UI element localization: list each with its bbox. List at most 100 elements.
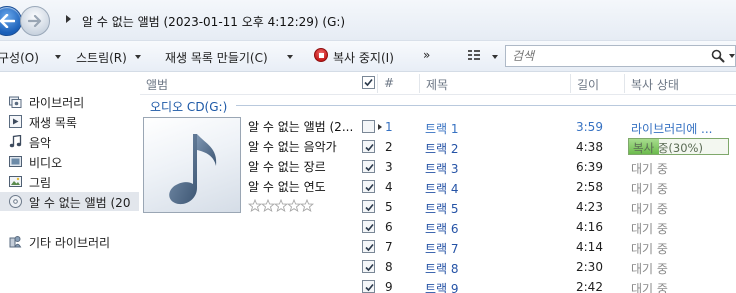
column-header-number[interactable]: # <box>384 76 394 90</box>
nav-item-unknown-album[interactable]: 알 수 없는 앨범 (20 <box>0 192 139 211</box>
create-playlist-menu[interactable]: 재생 목록 만들기(C) <box>165 49 268 66</box>
nav-item-label: 음악 <box>29 136 52 150</box>
rip-status: 대기 중 <box>631 162 668 176</box>
stream-menu[interactable]: 스트림(R) <box>76 49 127 66</box>
nav-item-playlists[interactable]: 재생 목록 <box>0 112 139 131</box>
checkmark-icon <box>365 243 374 252</box>
track-title: 트랙 2 <box>425 142 459 156</box>
overflow-chevron-icon[interactable]: » <box>423 48 430 62</box>
column-header-title[interactable]: 제목 <box>426 76 448 93</box>
checkmark-icon <box>365 263 374 272</box>
track-checkbox[interactable] <box>362 200 375 213</box>
column-separator[interactable] <box>624 74 625 93</box>
navigation-pane: 라이브러리 재생 목록 음악 비디오 그림 알 수 없는 앨범 (20 기타 라… <box>0 72 139 293</box>
track-row[interactable]: 8 트랙 8 2:30 대기 중 <box>140 257 736 277</box>
nav-item-label: 재생 목록 <box>29 116 77 130</box>
track-title: 트랙 5 <box>425 202 459 216</box>
checkmark-icon <box>365 203 374 212</box>
track-checkbox[interactable] <box>362 120 375 133</box>
track-title: 트랙 3 <box>425 162 459 176</box>
nav-item-label: 알 수 없는 앨범 (20 <box>29 196 131 210</box>
breadcrumb-chevron-icon[interactable] <box>66 15 71 23</box>
track-checkbox[interactable] <box>362 280 375 293</box>
nav-item-video[interactable]: 비디오 <box>0 152 139 171</box>
organize-dropdown-icon[interactable] <box>55 55 61 59</box>
column-header-album[interactable]: 앨범 <box>146 76 168 93</box>
rip-status: 복사 중(30%) <box>633 141 703 155</box>
rip-status: 대기 중 <box>631 222 668 236</box>
rip-status: 대기 중 <box>631 202 668 216</box>
create-playlist-dropdown-icon[interactable] <box>287 55 293 59</box>
track-checkbox[interactable] <box>362 180 375 193</box>
track-checkbox[interactable] <box>362 140 375 153</box>
search-input[interactable] <box>512 48 702 64</box>
column-headers: 앨범 # 제목 길이 복사 상태 <box>140 72 736 95</box>
back-button[interactable] <box>0 6 22 36</box>
track-checkbox[interactable] <box>362 240 375 253</box>
address-bar: 알 수 없는 앨범 (2023-01-11 오후 4:12:29) (G:) <box>0 0 736 41</box>
stream-dropdown-icon[interactable] <box>135 55 141 59</box>
organize-menu[interactable]: 구성(O) <box>0 49 39 66</box>
rip-status: 대기 중 <box>631 242 668 256</box>
nav-item-other-libraries[interactable]: 기타 라이브러리 <box>0 232 139 251</box>
back-arrow-icon <box>0 14 15 28</box>
track-length: 3:59 <box>576 120 603 134</box>
nav-item-music[interactable]: 음악 <box>0 132 139 151</box>
track-number: 4 <box>385 180 393 194</box>
track-title: 트랙 9 <box>425 282 459 293</box>
search-box[interactable] <box>505 45 736 67</box>
select-all-checkbox[interactable] <box>362 76 375 89</box>
column-separator[interactable] <box>419 74 420 93</box>
nav-item-label: 기타 라이브러리 <box>29 236 111 250</box>
track-row[interactable]: 6 트랙 6 4:16 대기 중 <box>140 217 736 237</box>
track-title: 트랙 4 <box>425 182 459 196</box>
stop-rip-button[interactable]: 복사 중지(I) <box>333 49 394 66</box>
track-row[interactable]: 5 트랙 5 4:23 대기 중 <box>140 197 736 217</box>
track-row[interactable]: 7 트랙 7 4:14 대기 중 <box>140 237 736 257</box>
view-options-dropdown-icon[interactable] <box>492 55 498 59</box>
library-icon <box>9 96 22 108</box>
track-length: 6:39 <box>576 160 603 174</box>
track-length: 2:42 <box>576 280 603 293</box>
column-separator[interactable] <box>570 74 571 93</box>
playlist-icon <box>9 115 22 128</box>
group-header[interactable]: 오디오 CD(G:) <box>150 98 227 115</box>
search-icon[interactable] <box>711 49 725 63</box>
track-number: 8 <box>385 260 393 274</box>
column-header-length[interactable]: 길이 <box>577 76 599 93</box>
nav-item-label: 그림 <box>29 176 52 190</box>
picture-icon <box>9 176 22 187</box>
track-row[interactable]: 1 트랙 1 3:59 라이브러리에 ... <box>140 117 736 137</box>
track-checkbox[interactable] <box>362 260 375 273</box>
track-row[interactable]: 2 트랙 2 4:38 복사 중(30%) <box>140 137 736 157</box>
nav-item-label: 라이브러리 <box>29 96 85 110</box>
forward-button[interactable] <box>20 6 50 36</box>
track-title: 트랙 6 <box>425 222 459 236</box>
track-row[interactable]: 9 트랙 9 2:42 대기 중 <box>140 277 736 293</box>
column-header-rip-status[interactable]: 복사 상태 <box>631 76 679 93</box>
track-row[interactable]: 4 트랙 4 2:58 대기 중 <box>140 177 736 197</box>
checkmark-icon <box>365 223 374 232</box>
now-playing-icon <box>378 124 382 130</box>
breadcrumb[interactable]: 알 수 없는 앨범 (2023-01-11 오후 4:12:29) (G:) <box>82 13 345 30</box>
nav-item-library[interactable]: 라이브러리 <box>0 92 139 111</box>
track-number: 7 <box>385 240 393 254</box>
nav-item-pictures[interactable]: 그림 <box>0 172 139 191</box>
nav-item-label: 비디오 <box>29 156 63 170</box>
view-options-icon[interactable] <box>468 50 480 60</box>
track-number: 1 <box>385 120 393 134</box>
video-icon <box>9 156 22 167</box>
column-separator[interactable] <box>377 74 378 93</box>
track-length: 4:23 <box>576 200 603 214</box>
track-row[interactable]: 3 트랙 3 6:39 대기 중 <box>140 157 736 177</box>
track-length: 2:30 <box>576 260 603 274</box>
cd-icon <box>9 195 22 208</box>
track-checkbox[interactable] <box>362 160 375 173</box>
track-title: 트랙 7 <box>425 242 459 256</box>
search-dropdown-icon[interactable] <box>729 54 735 58</box>
track-title: 트랙 8 <box>425 262 459 276</box>
track-checkbox[interactable] <box>362 220 375 233</box>
stop-icon <box>314 48 328 62</box>
rip-status: 대기 중 <box>631 182 668 196</box>
track-length: 4:38 <box>576 140 603 154</box>
